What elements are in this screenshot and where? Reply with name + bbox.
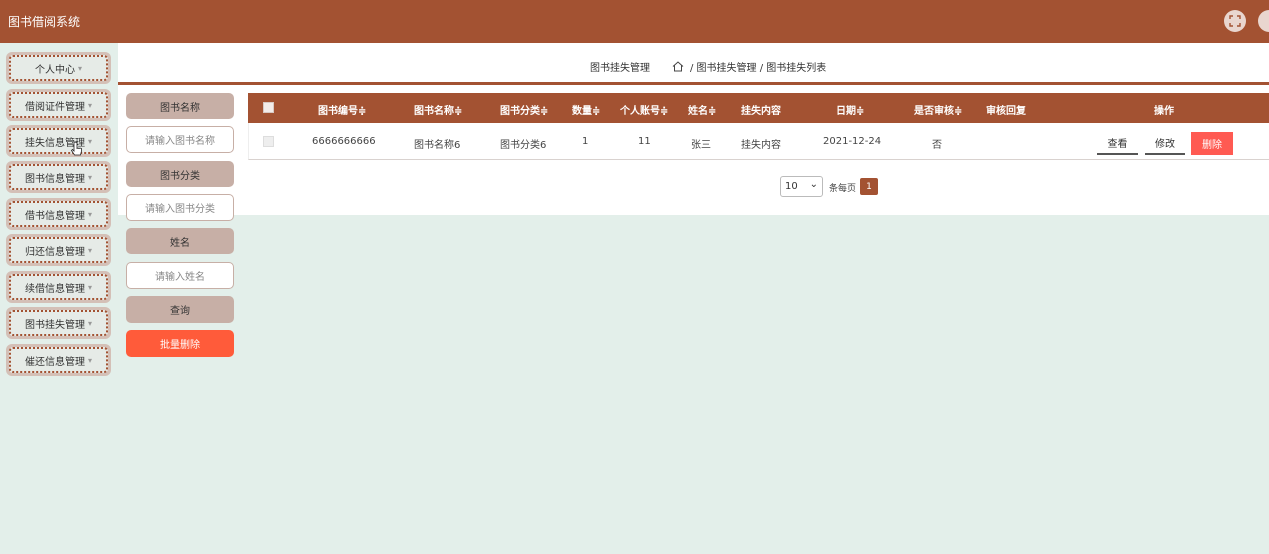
- fullscreen-button[interactable]: [1224, 10, 1246, 32]
- sidebar-item-reminder-info[interactable]: 催还信息管理 ▾: [6, 344, 111, 376]
- query-button[interactable]: 查询: [126, 296, 234, 323]
- book-category-label: 图书分类: [126, 161, 234, 187]
- cell-book-name: 图书名称6: [414, 140, 461, 151]
- sidebar-item-label: 图书信息管理: [24, 173, 85, 185]
- view-button[interactable]: 查看: [1097, 132, 1138, 155]
- sidebar-item-label: 借阅证件管理: [24, 101, 85, 113]
- sidebar-item-return-info[interactable]: 归还信息管理 ▾: [6, 234, 111, 266]
- column-header-name[interactable]: 姓名≑: [688, 102, 716, 117]
- chevron-down-icon: ▾: [77, 63, 82, 73]
- book-name-label: 图书名称: [126, 93, 234, 119]
- cell-loss-content: 挂失内容: [741, 140, 781, 151]
- chevron-down-icon: ▾: [87, 136, 92, 146]
- sidebar-item-label: 借书信息管理: [24, 210, 85, 222]
- column-header-book-id[interactable]: 图书编号≑: [318, 102, 366, 117]
- app-title: 图书借阅系统: [8, 15, 81, 29]
- sidebar-item-borrow-info[interactable]: 借书信息管理 ▾: [6, 198, 111, 230]
- mouse-cursor-icon: [71, 141, 82, 156]
- book-name-input[interactable]: 请输入图书名称: [126, 126, 234, 153]
- edit-button[interactable]: 修改: [1145, 132, 1185, 155]
- cell-name: 张三: [691, 140, 711, 151]
- top-bar: 图书借阅系统: [0, 0, 1269, 43]
- cell-book-id: 6666666666: [312, 136, 376, 147]
- chevron-down-icon: ▾: [87, 282, 92, 292]
- page-size-value: 10: [785, 181, 798, 192]
- breadcrumb: 图书挂失管理 / 图书挂失管理 / 图书挂失列表: [590, 59, 826, 74]
- page-title: 图书挂失管理: [590, 63, 650, 74]
- chevron-down-icon: ▾: [87, 245, 92, 255]
- chevron-down-icon: ▾: [87, 172, 92, 182]
- sidebar-item-book-loss[interactable]: 图书挂失管理 ▾: [6, 307, 111, 339]
- sidebar-item-label: 归还信息管理: [24, 246, 85, 258]
- column-header-quantity[interactable]: 数量≑: [572, 102, 600, 117]
- page-number-button[interactable]: 1: [860, 178, 878, 195]
- column-header-reply: 审核回复: [986, 106, 1026, 117]
- sidebar-item-label: 个人中心: [34, 64, 75, 76]
- header-divider: [118, 82, 1269, 85]
- expand-icon: [1229, 15, 1241, 27]
- page-size-select[interactable]: 10 ⌄: [780, 176, 823, 197]
- column-header-date[interactable]: 日期≑: [836, 102, 864, 117]
- user-avatar-button[interactable]: [1258, 10, 1269, 32]
- sidebar-item-label: 续借信息管理: [24, 283, 85, 295]
- breadcrumb-path: / 图书挂失管理 / 图书挂失列表: [690, 63, 827, 74]
- column-header-book-category[interactable]: 图书分类≑: [500, 102, 548, 117]
- sidebar-item-book-info[interactable]: 图书信息管理 ▾: [6, 161, 111, 193]
- sidebar-item-personal-center[interactable]: 个人中心 ▾: [6, 52, 111, 84]
- select-all-checkbox[interactable]: [263, 102, 274, 113]
- column-header-loss-content: 挂失内容: [741, 106, 781, 117]
- sidebar-item-label: 图书挂失管理: [24, 319, 85, 331]
- chevron-down-icon: ▾: [87, 209, 92, 219]
- cell-account: 11: [638, 136, 651, 147]
- column-header-account[interactable]: 个人账号≑: [620, 102, 668, 117]
- book-category-input[interactable]: 请输入图书分类: [126, 194, 234, 221]
- row-checkbox[interactable]: [263, 136, 274, 147]
- sidebar-item-renew-info[interactable]: 续借信息管理 ▾: [6, 271, 111, 303]
- batch-delete-button[interactable]: 批量删除: [126, 330, 234, 357]
- chevron-down-icon: ▾: [87, 100, 92, 110]
- sidebar-item-loss-info[interactable]: 挂失信息管理 ▾: [6, 125, 111, 157]
- sidebar-item-label: 催还信息管理: [24, 356, 85, 368]
- chevron-down-icon: ⌄: [809, 179, 818, 190]
- chevron-down-icon: ▾: [87, 355, 92, 365]
- sidebar-item-card-management[interactable]: 借阅证件管理 ▾: [6, 89, 111, 121]
- column-header-actions: 操作: [1154, 106, 1174, 117]
- chevron-down-icon: ▾: [87, 318, 92, 328]
- cell-approved: 否: [932, 140, 942, 151]
- cell-date: 2021-12-24: [823, 136, 882, 147]
- column-header-book-name[interactable]: 图书名称≑: [414, 102, 462, 117]
- name-label: 姓名: [126, 228, 234, 254]
- home-icon[interactable]: [672, 61, 684, 72]
- cell-book-category: 图书分类6: [500, 140, 547, 151]
- cell-quantity: 1: [582, 136, 589, 147]
- column-header-approved[interactable]: 是否审核≑: [914, 102, 962, 117]
- per-page-label: 条每页: [829, 184, 857, 194]
- name-input[interactable]: 请输入姓名: [126, 262, 234, 289]
- delete-button[interactable]: 删除: [1191, 132, 1233, 155]
